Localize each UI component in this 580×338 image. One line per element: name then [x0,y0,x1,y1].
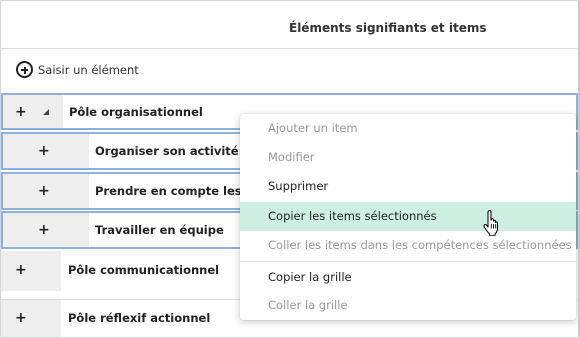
collapse-caret-icon[interactable] [43,109,49,115]
column-title: Éléments signifiants et items [289,21,487,35]
row-label: Pôle organisationnel [69,105,203,119]
add-circle-icon [16,61,33,78]
plus-icon[interactable]: + [15,262,27,278]
grid-panel: Éléments signifiants et items Saisir un … [0,0,580,338]
add-element-label: Saisir un élément [38,62,139,77]
grid-header: Éléments signifiants et items [1,1,578,49]
plus-icon[interactable]: + [38,143,50,159]
plus-icon[interactable]: + [38,222,50,238]
expand-column [1,251,61,291]
menu-item-edit[interactable]: Modifier [240,143,576,172]
menu-item-paste-items[interactable]: Coller les items dans les compétences sé… [240,231,576,260]
menu-item-paste-grid[interactable]: Coller la grille [240,291,576,320]
expand-column [1,300,61,337]
menu-item-delete[interactable]: Supprimer [240,172,576,201]
menu-divider [240,261,576,262]
menu-item-copy-grid[interactable]: Copier la grille [240,263,576,292]
plus-icon[interactable]: + [15,104,27,120]
row-label: Travailler en équipe [95,223,224,237]
expand-column [3,95,63,128]
plus-icon[interactable]: + [38,183,50,199]
menu-item-add-item[interactable]: Ajouter un item [240,114,576,143]
context-menu: Ajouter un item Modifier Supprimer Copie… [240,114,576,320]
row-label: Organiser son activité [95,144,239,158]
row-label: Prendre en compte les co [95,184,261,198]
row-label: Pôle réflexif actionnel [68,311,211,325]
menu-item-copy-selected-items[interactable]: Copier les items sélectionnés [240,202,576,231]
add-element-button[interactable]: Saisir un élément [16,61,139,78]
plus-icon[interactable]: + [15,310,27,326]
row-label: Pôle communicationnel [68,263,220,277]
